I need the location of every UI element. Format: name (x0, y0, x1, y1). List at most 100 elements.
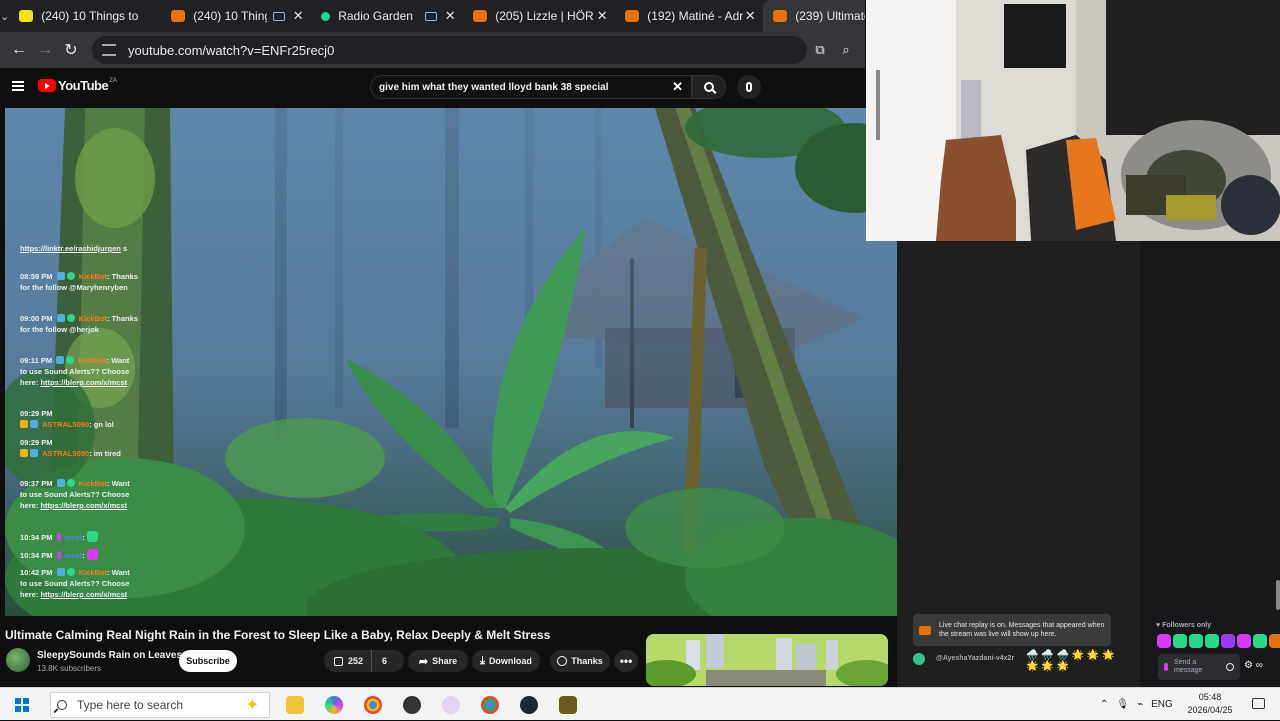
emoji-picker-icon[interactable] (1226, 663, 1234, 671)
notification-icon[interactable] (1252, 698, 1265, 709)
thanks-button[interactable]: Thanks (550, 650, 610, 672)
browser-tab[interactable]: (205) Lizzle | HÖR - Ap ✕ (463, 0, 615, 32)
chat-username[interactable]: KickBot (79, 314, 107, 323)
obs-icon[interactable] (403, 696, 421, 714)
chat-link[interactable]: https://blerp.com/x/mcst (40, 590, 127, 599)
snipping-tool-icon[interactable] (442, 696, 460, 714)
tab-search-dropdown-icon[interactable]: ⌄ (0, 0, 9, 32)
emote-icon[interactable] (1157, 634, 1171, 648)
file-explorer-icon[interactable] (286, 696, 304, 714)
address-bar[interactable]: youtube.com/watch?v=ENFr25recj0 (92, 36, 807, 64)
emote-icon[interactable] (1173, 634, 1187, 648)
language-indicator[interactable]: ENG (1151, 699, 1173, 710)
recommended-thumbnail[interactable] (646, 634, 888, 686)
back-arrow-icon[interactable]: ← (6, 37, 32, 63)
chrome-profile-icon[interactable] (481, 696, 499, 714)
search-button[interactable] (692, 75, 726, 99)
tab-audio-icon[interactable] (273, 11, 286, 21)
chat-settings-icon[interactable]: ⚙ ∞ (1244, 660, 1263, 671)
chat-username[interactable]: ASTRAL5090 (42, 420, 89, 429)
youtube-favicon-icon (625, 10, 640, 22)
emote-icon[interactable] (1189, 634, 1203, 648)
like-dislike-group: 252 6 (324, 650, 404, 672)
crown-badge-icon (20, 449, 28, 457)
tab-close-icon[interactable]: ✕ (743, 8, 757, 24)
clock-date: 2026/04/25 (1187, 705, 1233, 715)
menu-hamburger-icon[interactable] (12, 81, 24, 91)
download-button[interactable]: ⤓ Download (472, 650, 540, 672)
reload-icon[interactable]: ↻ (58, 37, 84, 63)
chat-link[interactable]: https://blerp.com/x/mcst (40, 501, 127, 510)
copilot-icon[interactable] (325, 696, 343, 714)
network-icon[interactable]: ⌁ (1137, 699, 1143, 710)
emote-icon[interactable] (1269, 634, 1280, 648)
search-icon (704, 82, 714, 92)
search-query: give him what they wanted lloyd bank 38 … (379, 81, 609, 93)
taskbar-clock[interactable]: 05:48 2026/04/25 (1180, 691, 1240, 717)
download-label: Download (488, 656, 532, 666)
chat-username[interactable]: mcst (65, 551, 83, 560)
webcam-room-image (866, 0, 1280, 241)
browser-tab[interactable]: Radio Garden ✕ (311, 0, 463, 32)
voice-search-button[interactable] (737, 75, 761, 99)
taskbar-search-input[interactable]: Type here to search ✦ (50, 692, 270, 718)
app-icon[interactable] (559, 696, 577, 714)
emote-icon[interactable] (1205, 634, 1219, 648)
video-player[interactable] (5, 108, 897, 616)
chat-link[interactable]: https://linktr.ee/rashidjurgen (20, 244, 121, 253)
emote-icon[interactable] (1253, 634, 1267, 648)
channel-avatar[interactable] (6, 648, 30, 672)
browser-tab-active[interactable]: (239) Ultimate Cal ✕ (763, 0, 865, 32)
youtube-play-icon (38, 79, 56, 92)
zoom-icon[interactable]: ⌕ (833, 37, 859, 63)
chat-username[interactable]: KickBot (79, 568, 107, 577)
microphone-icon (1164, 663, 1168, 671)
dislike-button[interactable]: 6 (372, 656, 397, 666)
followers-only-label: ♥ Followers only (1156, 622, 1211, 629)
live-chat-replay-notice: Live chat replay is on. Messages that ap… (913, 614, 1111, 646)
more-actions-button[interactable]: ••• (614, 650, 638, 672)
chat-scrollbar[interactable] (1276, 580, 1280, 610)
chat-username[interactable]: mcst (65, 533, 83, 542)
thanks-label: Thanks (571, 656, 603, 666)
browser-tab[interactable]: (240) 10 Things to (9, 0, 161, 32)
cast-icon[interactable]: ⧉ (807, 37, 833, 63)
bot-badge-icon (56, 568, 65, 576)
like-count: 252 (348, 656, 364, 666)
verified-badge-icon (66, 314, 75, 322)
windows-start-icon[interactable] (15, 698, 29, 712)
tab-close-icon[interactable]: ✕ (443, 8, 457, 24)
share-button[interactable]: ➦ Share (408, 650, 468, 672)
like-button[interactable]: 252 (324, 650, 373, 672)
chat-username[interactable]: KickBot (78, 356, 106, 365)
subscribe-button[interactable]: Subscribe (179, 650, 237, 672)
tab-title: (240) 10 Things to (193, 9, 267, 23)
forward-arrow-icon[interactable]: → (32, 37, 58, 63)
youtube-logo[interactable]: YouTube ZA (38, 78, 117, 93)
tab-favicon-icon (19, 10, 34, 22)
site-info-icon[interactable] (102, 44, 116, 56)
microphone-icon[interactable]: 🎙 (1116, 699, 1129, 710)
chat-username[interactable]: ASTRAL5090 (42, 449, 89, 458)
chat-message-input[interactable]: Send a message (1158, 654, 1240, 680)
steam-icon[interactable] (520, 696, 538, 714)
youtube-search-input[interactable]: give him what they wanted lloyd bank 38 … (370, 75, 692, 99)
youtube-favicon-icon (473, 10, 488, 22)
emote-icon[interactable] (1221, 634, 1235, 648)
chat-message-emojis: 🌧️ 🌧️ 🌧️ 🌟 🌟 🌟 🌟 🌟 🌟 (1026, 650, 1115, 672)
browser-tab[interactable]: (240) 10 Things to ✕ (161, 0, 311, 32)
emote-icon[interactable] (1237, 634, 1251, 648)
tab-close-icon[interactable]: ✕ (291, 8, 305, 24)
browser-tab[interactable]: (192) Matiné - Adrian ✕ (615, 0, 763, 32)
tab-audio-icon[interactable] (425, 11, 438, 21)
chat-username[interactable]: KickBot (79, 272, 107, 281)
chat-username[interactable]: KickBot (79, 479, 107, 488)
chrome-icon[interactable] (364, 696, 382, 714)
chat-link[interactable]: https://blerp.com/x/mcst (40, 378, 127, 387)
tab-close-icon[interactable]: ✕ (595, 8, 609, 24)
channel-name[interactable]: SleepySounds Rain on Leaves (37, 650, 182, 661)
tray-chevron-icon[interactable]: ⌃ (1100, 699, 1108, 710)
twitch-chat-panel (1140, 241, 1280, 687)
emote-icon (86, 531, 98, 542)
clear-search-icon[interactable]: ✕ (672, 79, 683, 95)
